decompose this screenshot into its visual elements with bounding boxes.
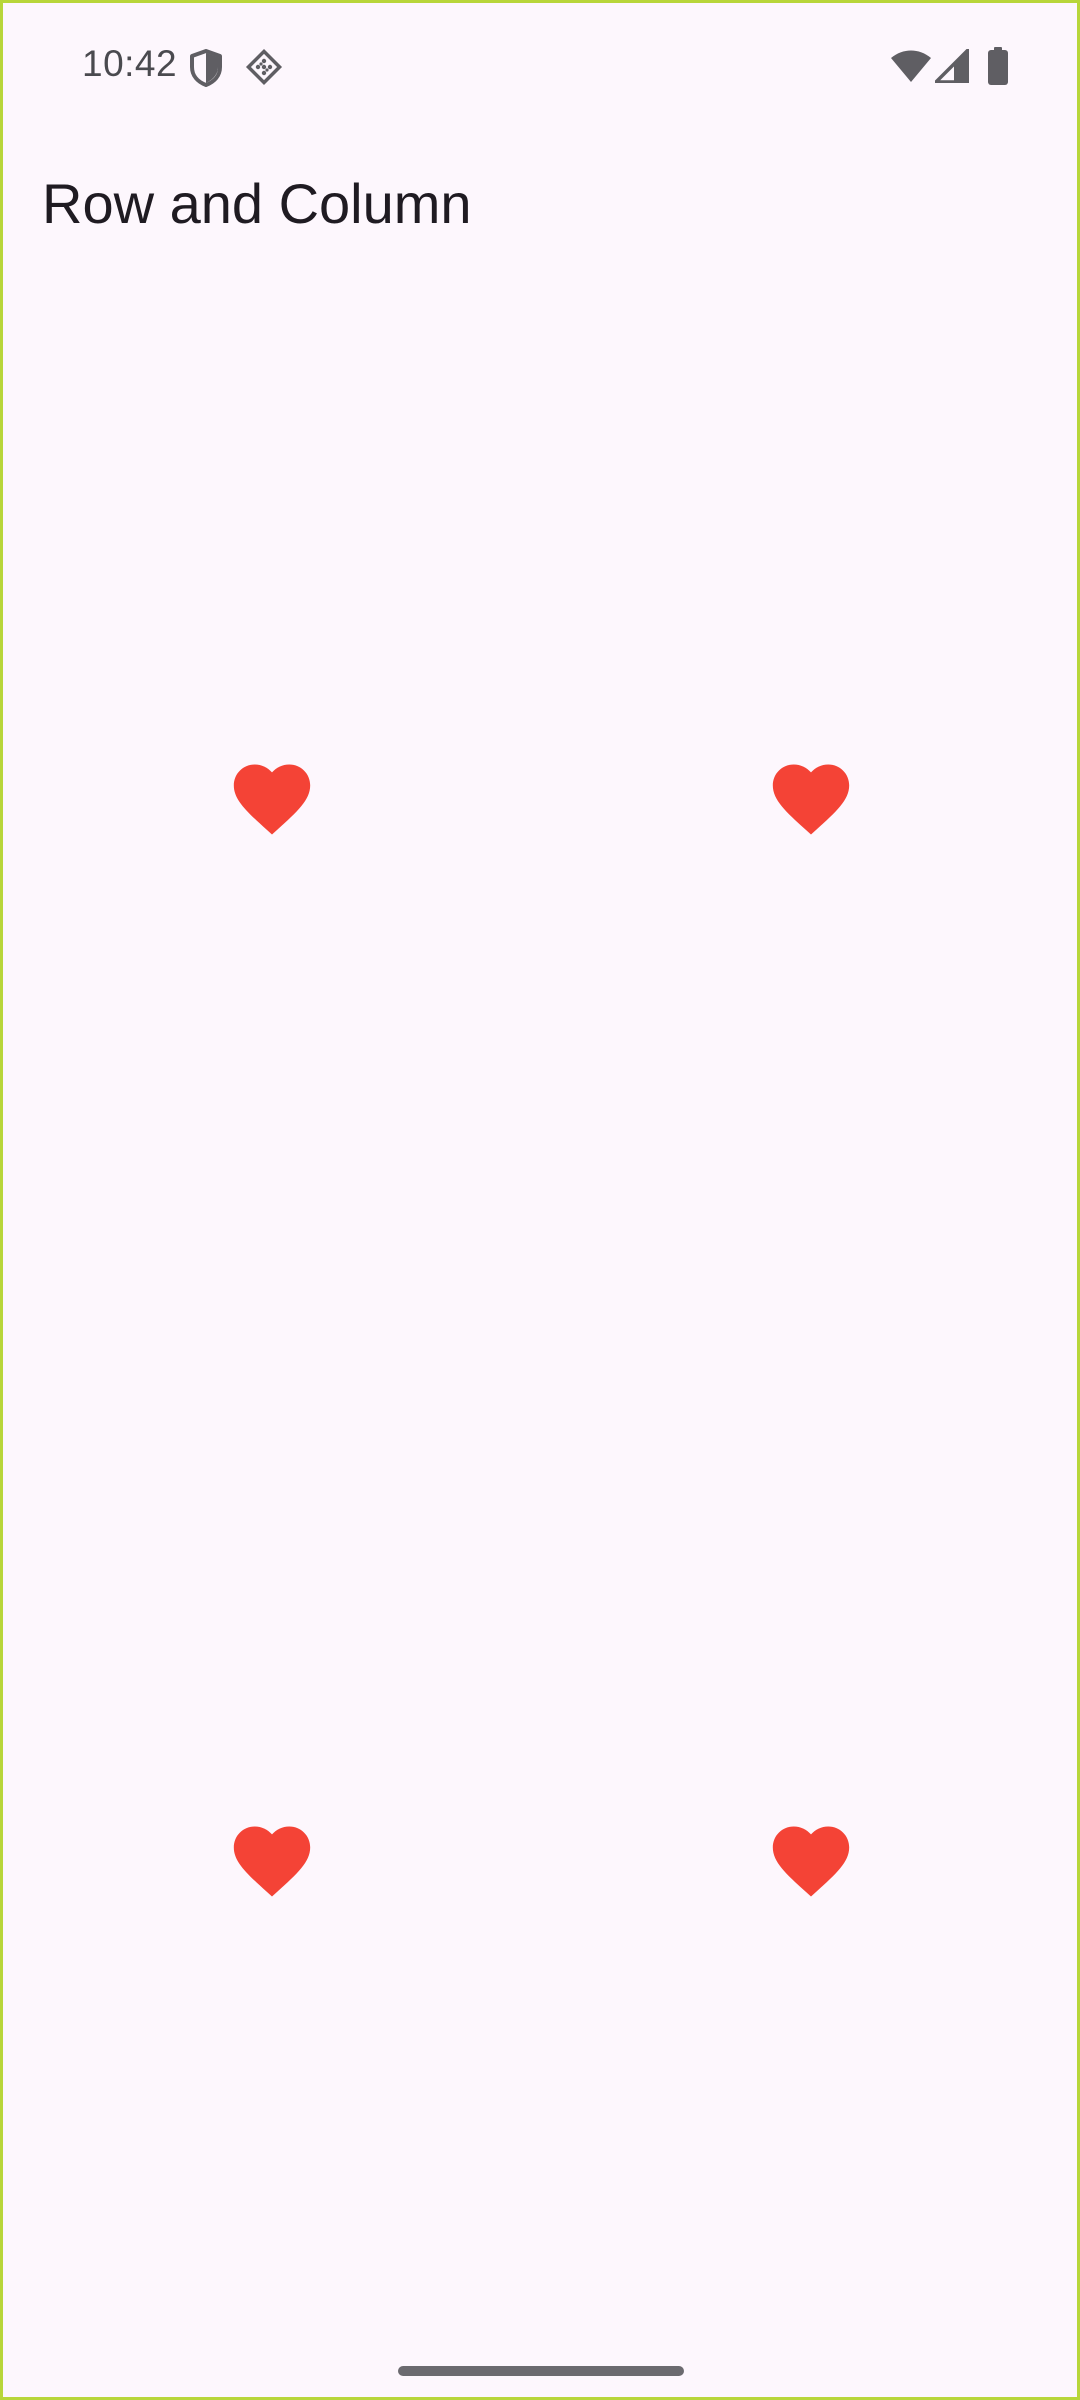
battery-icon [988, 47, 1008, 85]
shield-icon [190, 49, 222, 87]
page-title: Row and Column [42, 172, 472, 235]
app-screen: 10:42 Row and Column [3, 3, 1077, 2397]
heart-icon [233, 764, 311, 835]
signal-icon [935, 49, 969, 83]
wifi-icon [891, 50, 931, 82]
heart-icon [772, 1826, 850, 1897]
heart-icon [233, 1826, 311, 1897]
heart-icon [772, 764, 850, 835]
data-saver-icon [245, 48, 283, 86]
gesture-navigation-bar[interactable] [398, 2366, 684, 2376]
status-bar: 10:42 [3, 3, 1077, 123]
status-time: 10:42 [82, 43, 178, 84]
